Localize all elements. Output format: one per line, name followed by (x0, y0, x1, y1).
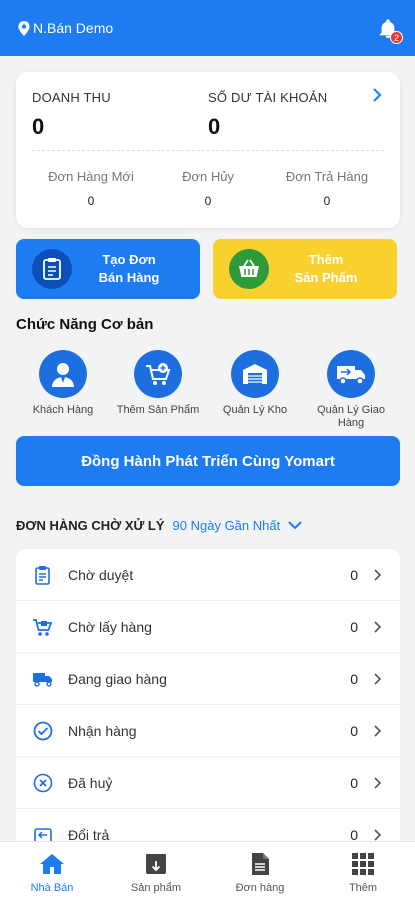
list-item-in-delivery[interactable]: Đang giao hàng 0 (16, 653, 400, 705)
delivery-truck-icon (327, 350, 375, 398)
tab-label: Thêm (348, 882, 378, 894)
returned-orders-value: 0 (323, 194, 331, 208)
product-box-icon (104, 852, 208, 876)
row-count: 0 (350, 566, 358, 583)
row-label: Nhận hàng (68, 722, 137, 739)
feature-label: Quản Lý Giao Hàng (317, 404, 385, 429)
divider (32, 150, 384, 151)
row-count: 0 (350, 618, 358, 635)
row-count: 0 (350, 670, 358, 687)
tab-seller[interactable]: Nhà Bán (0, 852, 104, 894)
feature-label: Khách Hàng (32, 404, 94, 416)
add-product-button[interactable]: Thêm Sản Phẩm (213, 239, 397, 299)
list-item-awaiting-approval[interactable]: Chờ duyệt 0 (16, 549, 400, 601)
feature-add-product[interactable]: Thêm Sản Phẩm (111, 350, 205, 417)
pending-orders-list: Chờ duyệt 0 Chờ lấy hàng 0 Đang giao hàn… (16, 549, 400, 849)
chevron-right-icon (374, 776, 382, 789)
warehouse-icon (231, 350, 279, 398)
returned-orders-label: Đơn Trả Hàng (285, 169, 369, 184)
create-order-label: Tạo Đơn Bán Hàng (98, 252, 160, 285)
add-cart-icon (134, 350, 182, 398)
list-item-cancelled[interactable]: Đã huỷ 0 (16, 757, 400, 809)
store-selector[interactable]: N.Bán Demo (18, 20, 113, 36)
revenue-value: 0 (32, 114, 45, 139)
app-header: N.Bán Demo 2 (0, 0, 415, 56)
row-label: Đã huỷ (68, 774, 113, 791)
list-item-received[interactable]: Nhận hàng 0 (16, 705, 400, 757)
home-icon (0, 852, 104, 876)
bottom-tab-bar: Nhà Bán Sản phẩm Đơn hàng Thêm (0, 841, 415, 900)
pending-orders-header: ĐƠN HÀNG CHỜ XỬ LÝ 90 Ngày Gần Nhất (16, 518, 302, 533)
tab-label: Đơn hàng (235, 882, 285, 894)
cancelled-orders-value: 0 (204, 194, 212, 208)
store-name: N.Bán Demo (33, 20, 114, 36)
date-filter[interactable]: 90 Ngày Gần Nhất (173, 518, 281, 533)
document-icon (208, 852, 312, 876)
notification-button[interactable]: 2 (377, 18, 403, 44)
create-order-button[interactable]: Tạo Đơn Bán Hàng (16, 239, 200, 299)
balance-value: 0 (208, 114, 221, 139)
chevron-down-icon[interactable] (288, 521, 302, 530)
chevron-right-icon (374, 724, 382, 737)
chevron-right-icon (374, 620, 382, 633)
revenue-label: DOANH THU (32, 90, 111, 105)
tab-label: Sản phẩm (130, 882, 182, 894)
truck-icon (32, 668, 54, 690)
notification-badge: 2 (390, 31, 403, 44)
feature-label: Quản Lý Kho (222, 404, 288, 416)
chevron-right-icon (373, 88, 382, 102)
features-title: Chức Năng Cơ bản (16, 316, 154, 333)
list-item-awaiting-pickup[interactable]: Chờ lấy hàng 0 (16, 601, 400, 653)
balance-detail-button[interactable] (372, 88, 382, 107)
new-orders-value: 0 (87, 194, 95, 208)
tab-products[interactable]: Sản phẩm (104, 852, 208, 894)
cart-pickup-icon (32, 616, 54, 638)
order-form-icon (32, 249, 72, 289)
pending-orders-title: ĐƠN HÀNG CHỜ XỬ LÝ (16, 518, 165, 533)
chevron-right-icon (374, 568, 382, 581)
cancelled-orders-label: Đơn Hủy (182, 169, 234, 184)
feature-warehouse[interactable]: Quản Lý Kho (208, 350, 302, 417)
feature-customers[interactable]: Khách Hàng (16, 350, 110, 417)
summary-card: DOANH THU 0 SỐ DƯ TÀI KHOẢN 0 Đơn Hàng M… (16, 72, 400, 228)
row-label: Chờ duyệt (68, 566, 134, 583)
partner-button[interactable]: Đồng Hành Phát Triển Cùng Yomart (16, 436, 400, 486)
new-orders-label: Đơn Hàng Mới (48, 169, 134, 184)
basket-icon (229, 249, 269, 289)
row-count: 0 (350, 722, 358, 739)
grid-icon (311, 852, 415, 876)
check-circle-icon (32, 720, 54, 742)
customer-icon (39, 350, 87, 398)
row-label: Đang giao hàng (68, 670, 167, 687)
tab-orders[interactable]: Đơn hàng (208, 852, 312, 894)
row-count: 0 (350, 774, 358, 791)
tab-more[interactable]: Thêm (311, 852, 415, 894)
tab-label: Nhà Bán (30, 882, 74, 894)
row-label: Chờ lấy hàng (68, 618, 152, 635)
balance-label: SỐ DƯ TÀI KHOẢN (208, 90, 328, 105)
clipboard-icon (32, 564, 54, 586)
location-pin-icon (18, 20, 30, 36)
feature-delivery[interactable]: Quản Lý Giao Hàng (304, 350, 398, 430)
add-product-label: Thêm Sản Phẩm (294, 252, 358, 285)
chevron-right-icon (374, 828, 382, 841)
feature-label: Thêm Sản Phẩm (116, 404, 200, 416)
chevron-right-icon (374, 672, 382, 685)
cancel-circle-icon (32, 772, 54, 794)
